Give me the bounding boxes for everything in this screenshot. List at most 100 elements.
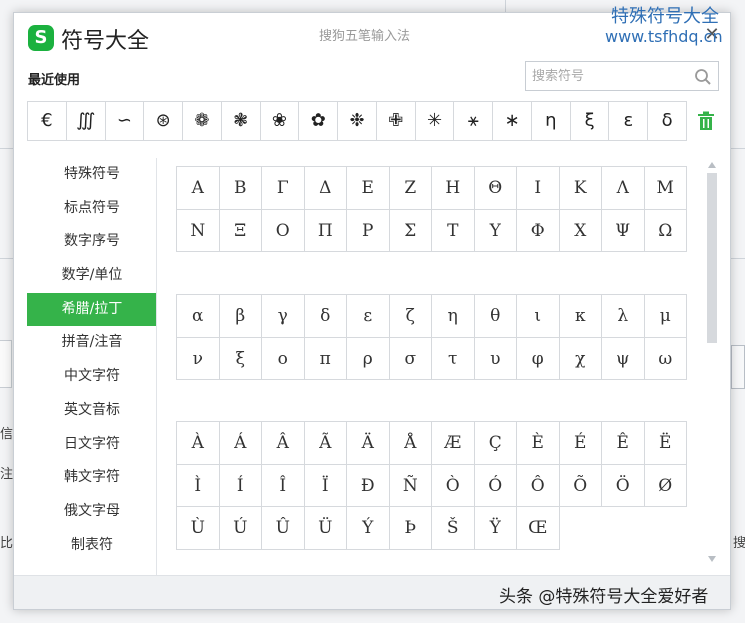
symbol-cell[interactable]: È xyxy=(517,422,560,465)
symbol-cell[interactable]: À xyxy=(177,422,220,465)
symbol-cell[interactable]: Â xyxy=(262,422,305,465)
symbol-cell[interactable]: Ξ xyxy=(219,209,262,252)
recent-symbol[interactable]: ξ xyxy=(571,102,610,140)
symbol-cell[interactable]: Κ xyxy=(559,167,602,210)
symbol-cell[interactable]: γ xyxy=(262,295,305,338)
symbol-cell[interactable]: Φ xyxy=(517,209,560,252)
recent-symbol[interactable]: η xyxy=(532,102,571,140)
symbol-cell[interactable]: χ xyxy=(559,337,602,380)
symbol-cell[interactable]: Η xyxy=(432,167,475,210)
recent-symbol[interactable]: ∽ xyxy=(106,102,145,140)
symbol-cell[interactable]: ζ xyxy=(389,295,432,338)
category-item[interactable]: 数学/单位 xyxy=(27,259,157,293)
symbol-cell[interactable]: É xyxy=(559,422,602,465)
symbol-cell[interactable]: Ζ xyxy=(389,167,432,210)
category-item[interactable]: 韩文字符 xyxy=(27,461,157,495)
symbol-cell[interactable]: Œ xyxy=(517,507,560,550)
symbol-cell[interactable]: Λ xyxy=(602,167,645,210)
recent-symbol[interactable]: ❉ xyxy=(338,102,377,140)
symbol-cell[interactable]: Ω xyxy=(644,209,687,252)
symbol-cell[interactable]: Ÿ xyxy=(474,507,517,550)
search-icon[interactable] xyxy=(694,68,712,86)
recent-symbol[interactable]: ⊛ xyxy=(144,102,184,140)
symbol-cell[interactable]: Ε xyxy=(347,167,390,210)
symbol-cell[interactable]: Ò xyxy=(432,464,475,507)
search-input[interactable] xyxy=(532,66,682,86)
symbol-cell[interactable]: Ü xyxy=(304,507,347,550)
recent-symbol[interactable]: ✳ xyxy=(416,102,455,140)
symbol-cell[interactable]: Ñ xyxy=(389,464,432,507)
symbol-cell[interactable]: ο xyxy=(262,337,305,380)
symbol-cell[interactable]: Θ xyxy=(474,167,517,210)
scroll-up-icon[interactable] xyxy=(707,161,717,169)
symbol-cell[interactable]: α xyxy=(177,295,220,338)
symbol-cell[interactable]: ε xyxy=(347,295,390,338)
symbol-cell[interactable]: λ xyxy=(602,295,645,338)
category-item[interactable]: 特殊符号 xyxy=(27,158,157,192)
symbol-cell[interactable]: Á xyxy=(219,422,262,465)
symbol-cell[interactable]: Í xyxy=(219,464,262,507)
recent-symbol[interactable]: ❁ xyxy=(183,102,222,140)
symbol-cell[interactable]: Î xyxy=(262,464,305,507)
symbol-cell[interactable]: Ó xyxy=(474,464,517,507)
symbol-cell[interactable]: Χ xyxy=(559,209,602,252)
symbol-cell[interactable]: Ì xyxy=(177,464,220,507)
symbol-cell[interactable]: ω xyxy=(644,337,687,380)
symbol-cell[interactable]: μ xyxy=(644,295,687,338)
search-box[interactable] xyxy=(525,61,719,91)
symbol-cell[interactable]: Ë xyxy=(644,422,687,465)
symbol-cell[interactable]: σ xyxy=(389,337,432,380)
category-item[interactable]: 中文字符 xyxy=(27,360,157,394)
symbol-cell[interactable]: Å xyxy=(389,422,432,465)
recent-symbol[interactable]: ✿ xyxy=(299,102,339,140)
symbol-cell[interactable]: Ð xyxy=(347,464,390,507)
symbol-cell[interactable]: Τ xyxy=(432,209,475,252)
symbol-cell[interactable]: υ xyxy=(474,337,517,380)
symbol-cell[interactable]: Υ xyxy=(474,209,517,252)
category-item[interactable]: 希腊/拉丁 xyxy=(27,292,157,327)
category-item[interactable]: 制表符 xyxy=(27,529,157,563)
symbol-cell[interactable]: Æ xyxy=(432,422,475,465)
symbol-cell[interactable]: Ô xyxy=(517,464,560,507)
symbol-cell[interactable]: ν xyxy=(177,337,220,380)
symbol-cell[interactable]: Π xyxy=(304,209,347,252)
symbol-cell[interactable]: Ο xyxy=(262,209,305,252)
symbol-cell[interactable]: Ý xyxy=(347,507,390,550)
recent-symbol[interactable]: ❃ xyxy=(222,102,261,140)
scroll-down-icon[interactable] xyxy=(707,555,717,563)
category-item[interactable]: 英文音标 xyxy=(27,394,157,428)
symbol-cell[interactable]: Ø xyxy=(644,464,687,507)
symbol-cell[interactable]: Ù xyxy=(177,507,220,550)
recent-symbol[interactable]: δ xyxy=(648,102,686,140)
symbol-cell[interactable]: Δ xyxy=(304,167,347,210)
recent-symbol[interactable]: € xyxy=(28,102,67,140)
symbol-cell[interactable]: κ xyxy=(559,295,602,338)
symbol-cell[interactable]: Õ xyxy=(559,464,602,507)
symbol-cell[interactable]: Ä xyxy=(347,422,390,465)
recent-symbol[interactable]: ❀ xyxy=(261,102,300,140)
symbol-cell[interactable]: ρ xyxy=(347,337,390,380)
recent-symbol[interactable]: ✙ xyxy=(377,102,416,140)
symbol-cell[interactable]: Ã xyxy=(304,422,347,465)
symbol-cell[interactable]: φ xyxy=(517,337,560,380)
symbol-cell[interactable]: θ xyxy=(474,295,517,338)
symbol-cell[interactable]: ξ xyxy=(219,337,262,380)
recent-symbol[interactable]: ∭ xyxy=(67,102,106,140)
symbol-cell[interactable]: Û xyxy=(262,507,305,550)
symbol-cell[interactable]: Ν xyxy=(177,209,220,252)
symbol-cell[interactable]: β xyxy=(219,295,262,338)
symbol-cell[interactable]: δ xyxy=(304,295,347,338)
symbol-cell[interactable]: Ρ xyxy=(347,209,390,252)
recent-symbol[interactable]: ∗ xyxy=(493,102,532,140)
category-item[interactable]: 日文字符 xyxy=(27,428,157,462)
symbol-cell[interactable]: ψ xyxy=(602,337,645,380)
symbol-cell[interactable]: Ï xyxy=(304,464,347,507)
symbol-cell[interactable]: Ψ xyxy=(602,209,645,252)
recent-symbol[interactable]: ⚹ xyxy=(454,102,494,140)
symbol-cell[interactable]: Ú xyxy=(219,507,262,550)
symbol-cell[interactable]: Β xyxy=(219,167,262,210)
symbol-cell[interactable]: Š xyxy=(432,507,475,550)
symbol-cell[interactable]: π xyxy=(304,337,347,380)
symbol-cell[interactable]: Μ xyxy=(644,167,687,210)
symbol-cell[interactable]: τ xyxy=(432,337,475,380)
